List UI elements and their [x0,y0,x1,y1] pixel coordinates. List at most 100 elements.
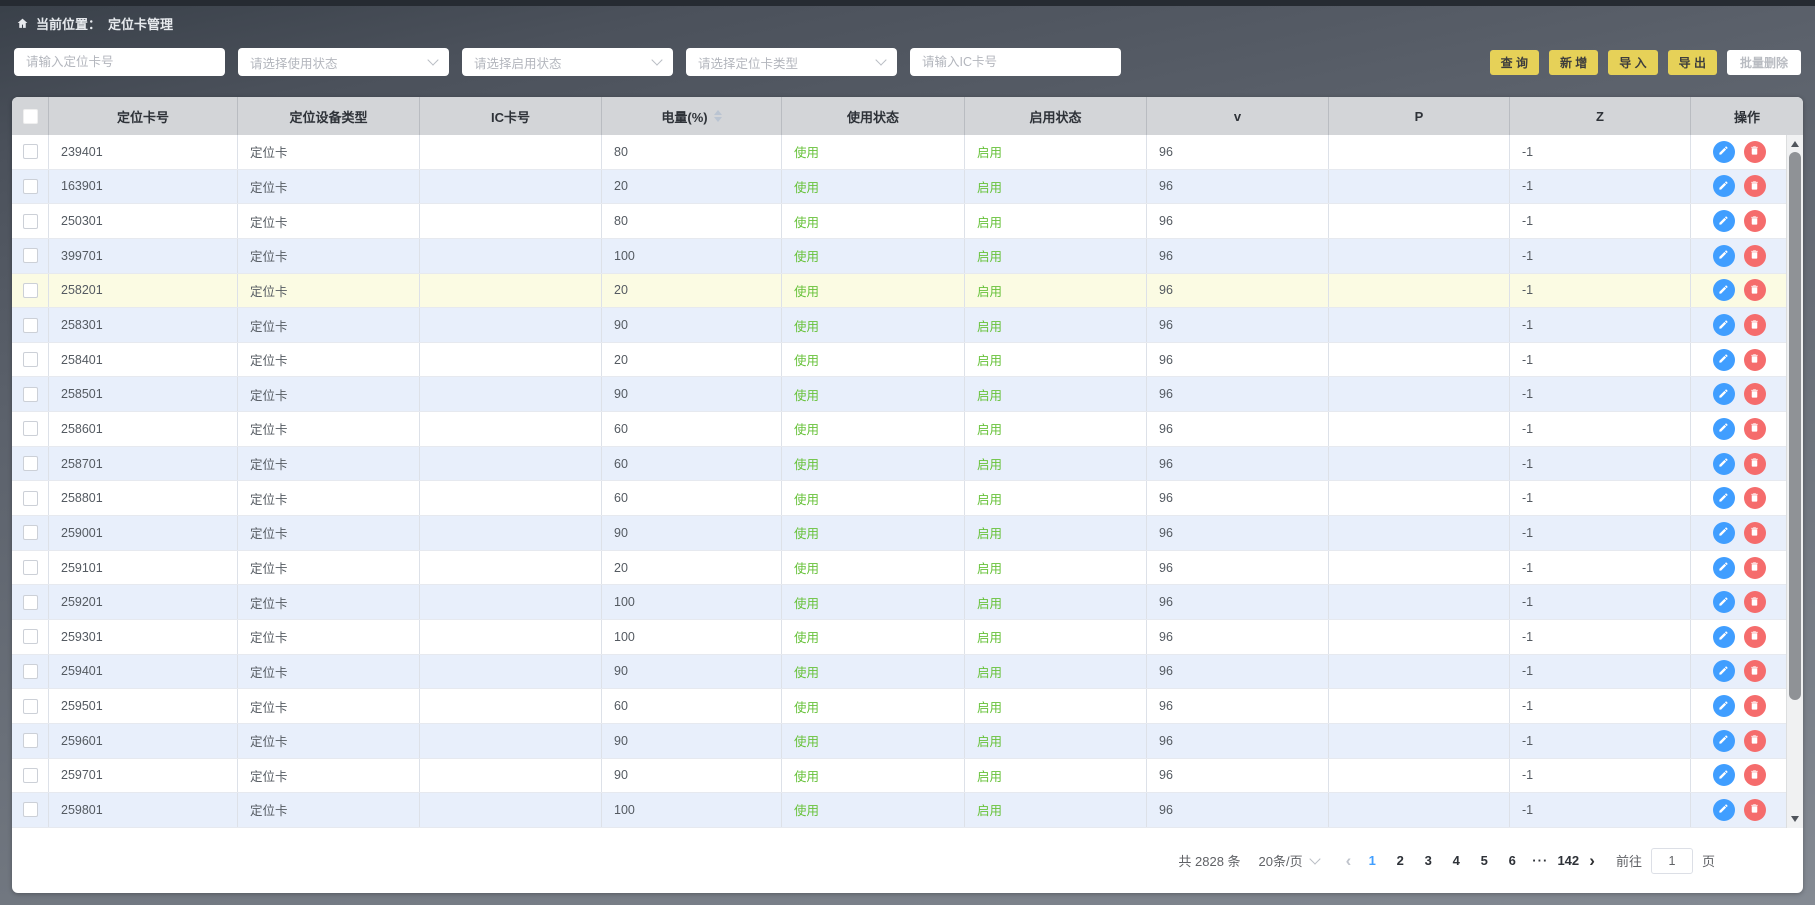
edit-button[interactable] [1713,418,1735,440]
row-checkbox[interactable] [23,179,38,194]
cell-ic-card [420,412,602,446]
delete-button[interactable] [1744,141,1766,163]
sort-asc-icon[interactable] [714,110,722,115]
edit-button[interactable] [1713,210,1735,232]
delete-button[interactable] [1744,730,1766,752]
page-button-4[interactable]: 4 [1444,853,1468,868]
edit-button[interactable] [1713,279,1735,301]
edit-button[interactable] [1713,175,1735,197]
delete-button[interactable] [1744,557,1766,579]
page-jumper: 前往 页 [1616,848,1715,874]
add-button[interactable]: 新 增 [1549,50,1598,75]
batch-delete-button[interactable]: 批量删除 [1727,50,1801,75]
delete-button[interactable] [1744,591,1766,613]
page-button-142[interactable]: 142 [1556,853,1580,868]
delete-button[interactable] [1744,210,1766,232]
row-checkbox[interactable] [23,421,38,436]
row-checkbox[interactable] [23,491,38,506]
edit-button[interactable] [1713,799,1735,821]
edit-button[interactable] [1713,730,1735,752]
query-button[interactable]: 查 询 [1490,50,1539,75]
row-checkbox[interactable] [23,733,38,748]
page-button-2[interactable]: 2 [1388,853,1412,868]
row-checkbox[interactable] [23,629,38,644]
enable-status-select[interactable]: 请选择启用状态 [462,48,673,76]
cell-device-type: 定位卡 [238,620,420,654]
cell-card-no: 258701 [49,447,238,481]
delete-button[interactable] [1744,453,1766,475]
row-checkbox[interactable] [23,144,38,159]
scrollbar-thumb[interactable] [1789,152,1801,700]
delete-button[interactable] [1744,764,1766,786]
delete-button[interactable] [1744,175,1766,197]
row-checkbox[interactable] [23,664,38,679]
row-checkbox[interactable] [23,699,38,714]
card-no-input[interactable] [14,48,225,76]
delete-button[interactable] [1744,660,1766,682]
edit-button[interactable] [1713,557,1735,579]
edit-button[interactable] [1713,141,1735,163]
edit-button[interactable] [1713,522,1735,544]
page-button-6[interactable]: 6 [1500,853,1524,868]
cell-z: -1 [1510,481,1691,515]
data-panel: 定位卡号 定位设备类型 IC卡号 电量(%) 使用状态 启用状态 v P Z 操… [12,97,1803,893]
vertical-scrollbar[interactable] [1786,135,1803,828]
row-checkbox[interactable] [23,768,38,783]
prev-page-button[interactable]: ‹ [1346,852,1352,869]
edit-button[interactable] [1713,591,1735,613]
row-checkbox[interactable] [23,352,38,367]
edit-button[interactable] [1713,626,1735,648]
sort-carets-icon[interactable] [714,110,722,122]
edit-button[interactable] [1713,349,1735,371]
ic-card-input[interactable] [910,48,1121,76]
delete-button[interactable] [1744,383,1766,405]
select-all-checkbox[interactable] [23,109,38,124]
row-checkbox[interactable] [23,318,38,333]
scroll-down-icon[interactable] [1791,816,1799,822]
row-checkbox[interactable] [23,802,38,817]
card-type-select[interactable]: 请选择定位卡类型 [686,48,897,76]
sort-desc-icon[interactable] [714,117,722,122]
edit-button[interactable] [1713,245,1735,267]
edit-button[interactable] [1713,660,1735,682]
row-checkbox[interactable] [23,248,38,263]
delete-button[interactable] [1744,695,1766,717]
page-size-select[interactable]: 20条/页 [1259,851,1319,870]
page-button-1[interactable]: 1 [1360,853,1384,868]
delete-button[interactable] [1744,626,1766,648]
delete-button[interactable] [1744,245,1766,267]
row-checkbox[interactable] [23,214,38,229]
row-checkbox[interactable] [23,525,38,540]
edit-button[interactable] [1713,453,1735,475]
row-checkbox[interactable] [23,387,38,402]
row-checkbox[interactable] [23,456,38,471]
row-checkbox[interactable] [23,560,38,575]
delete-button[interactable] [1744,314,1766,336]
edit-button[interactable] [1713,695,1735,717]
edit-button[interactable] [1713,764,1735,786]
page-button-5[interactable]: 5 [1472,853,1496,868]
cell-ic-card [420,170,602,204]
edit-button[interactable] [1713,487,1735,509]
delete-button[interactable] [1744,487,1766,509]
next-page-button[interactable]: › [1589,852,1595,869]
export-button[interactable]: 导 出 [1668,50,1717,75]
scroll-up-icon[interactable] [1791,141,1799,147]
delete-button[interactable] [1744,418,1766,440]
cell-battery: 100 [602,620,782,654]
page-jump-input[interactable] [1651,848,1693,874]
page-button-3[interactable]: 3 [1416,853,1440,868]
delete-button[interactable] [1744,799,1766,821]
row-checkbox[interactable] [23,595,38,610]
page-ellipsis[interactable]: ··· [1528,853,1552,868]
cell-device-type: 定位卡 [238,551,420,585]
delete-button[interactable] [1744,279,1766,301]
delete-button[interactable] [1744,522,1766,544]
table-row: 258801 定位卡 60 使用 启用 96 -1 [12,481,1803,516]
edit-button[interactable] [1713,314,1735,336]
import-button[interactable]: 导 入 [1608,50,1657,75]
row-checkbox[interactable] [23,283,38,298]
use-status-select[interactable]: 请选择使用状态 [238,48,449,76]
delete-button[interactable] [1744,349,1766,371]
edit-button[interactable] [1713,383,1735,405]
